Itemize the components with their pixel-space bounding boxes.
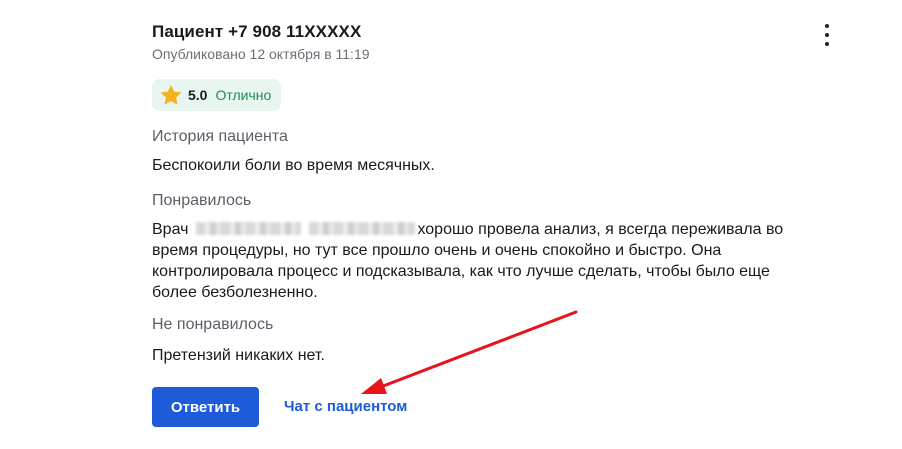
review-author: Пациент +7 908 11XXXXX: [152, 22, 362, 41]
history-text: Беспокоили боли во время месячных.: [152, 157, 435, 174]
menu-dot: [825, 33, 829, 37]
redacted-doctor-name: [196, 221, 302, 235]
chat-with-patient-link[interactable]: Чат с пациентом: [284, 398, 407, 415]
doctor-prefix: Врач: [152, 221, 189, 238]
review-card: Пациент +7 908 11XXXXX Опубликовано 12 о…: [0, 0, 902, 449]
liked-text: Врач хорошо провела анализ, я всегда пере…: [152, 219, 812, 303]
reply-button[interactable]: Ответить: [152, 387, 259, 427]
rating-label: Отлично: [215, 87, 272, 103]
menu-dot: [825, 24, 829, 28]
rating-value: 5.0: [188, 87, 208, 103]
menu-dot: [825, 42, 829, 46]
disliked-text: Претензий никаких нет.: [152, 347, 325, 364]
liked-title: Понравилось: [152, 192, 252, 209]
rating-badge: 5.0 Отлично: [152, 79, 282, 111]
review-published-date: Опубликовано 12 октября в 11:19: [152, 46, 370, 62]
more-vertical-icon[interactable]: [818, 24, 836, 46]
history-title: История пациента: [152, 128, 288, 145]
redacted-doctor-surname: [309, 221, 416, 235]
disliked-title: Не понравилось: [152, 316, 274, 333]
star-icon: [160, 85, 182, 106]
